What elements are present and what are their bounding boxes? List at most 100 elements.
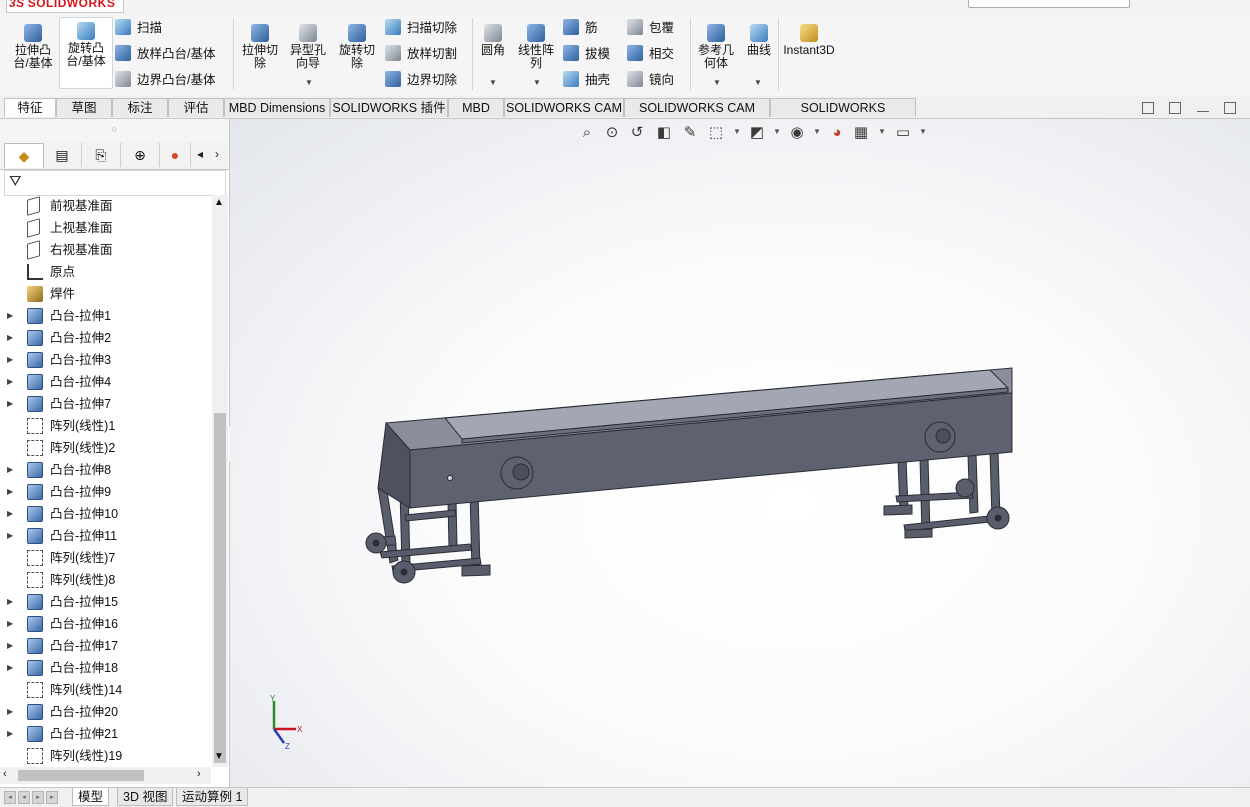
tree-item[interactable]: ▶ 凸台-拉伸8 (0, 459, 211, 481)
scroll-down-icon[interactable]: ▼ (214, 751, 224, 762)
expand-arrow-icon[interactable]: ▶ (7, 371, 13, 393)
fillet-dropdown[interactable]: ▼ (489, 78, 497, 87)
view-settings-dropdown[interactable]: ▼ (919, 127, 927, 136)
lofted-boss-button[interactable]: 放样凸台/基体 (115, 44, 215, 64)
tree-item[interactable]: 阵列(线性)19 (0, 745, 211, 767)
tree-item[interactable]: ▶ 凸台-拉伸16 (0, 613, 211, 635)
expand-arrow-icon[interactable]: ▶ (7, 503, 13, 525)
tree-item[interactable]: 右视基准面 (0, 239, 211, 261)
expand-arrow-icon[interactable]: ▶ (7, 525, 13, 547)
mirror-button[interactable]: 镜向 (627, 70, 674, 90)
previous-view-icon[interactable]: ↺ (628, 124, 646, 142)
rib-button[interactable]: 筋 (563, 18, 598, 38)
tree-item[interactable]: ▶ 凸台-拉伸17 (0, 635, 211, 657)
zoom-to-fit-icon[interactable]: ⌕ (578, 124, 596, 142)
display-manager-tab[interactable]: ● (160, 143, 191, 167)
wrap-button[interactable]: 包覆 (627, 18, 674, 38)
configuration-manager-tab[interactable]: ⎘ (82, 143, 121, 167)
tree-item[interactable]: 原点 (0, 261, 211, 283)
tab-solidworks-cam-tbm[interactable]: SOLIDWORKS CAM TBM (624, 98, 770, 134)
tree-item[interactable]: ▶ 凸台-拉伸21 (0, 723, 211, 745)
tab-3d-view[interactable]: 3D 视图 (117, 788, 174, 806)
expand-arrow-icon[interactable]: ▶ (7, 305, 13, 327)
expand-arrow-icon[interactable]: ▶ (7, 393, 13, 415)
tabs-scroll-right-icon[interactable]: › (209, 146, 225, 162)
tab-mbd[interactable]: MBD (448, 98, 504, 117)
tree-item[interactable]: 阵列(线性)7 (0, 547, 211, 569)
hole-wizard-dropdown[interactable]: ▼ (305, 78, 313, 87)
tab-solidworks-addins[interactable]: SOLIDWORKS 插件 (330, 98, 448, 117)
tree-item[interactable]: ▶ 凸台-拉伸3 (0, 349, 211, 371)
zoom-to-area-icon[interactable]: ⊙ (603, 124, 621, 142)
graphics-area[interactable]: Y X Z (230, 119, 1250, 787)
tree-item[interactable]: 阵列(线性)1 (0, 415, 211, 437)
tab-solidworks-inspection[interactable]: SOLIDWORKS Inspection (770, 98, 916, 134)
expand-arrow-icon[interactable]: ▶ (7, 349, 13, 371)
tree-item[interactable]: ▶ 凸台-拉伸7 (0, 393, 211, 415)
tab-features[interactable]: 特征 (4, 98, 56, 117)
hide-show-items-icon[interactable]: ◉ (788, 124, 806, 142)
tree-item[interactable]: ▶ 凸台-拉伸18 (0, 657, 211, 679)
property-manager-tab[interactable]: ▤ (43, 143, 82, 167)
boundary-boss-button[interactable]: 边界凸台/基体 (115, 70, 215, 90)
tab-motion-study-1[interactable]: 运动算例 1 (176, 788, 249, 806)
tree-item[interactable]: ▶ 凸台-拉伸10 (0, 503, 211, 525)
tab-solidworks-cam[interactable]: SOLIDWORKS CAM (504, 98, 624, 117)
tree-vertical-scroll-thumb[interactable] (214, 413, 226, 763)
fillet-button[interactable]: 圆角 (476, 20, 510, 57)
tabs-scroll-left-icon[interactable]: ◂ (192, 146, 208, 162)
shell-button[interactable]: 抽壳 (563, 70, 610, 90)
expand-arrow-icon[interactable]: ▶ (7, 723, 13, 745)
apply-scene-dropdown[interactable]: ▼ (878, 127, 886, 136)
display-style-dropdown[interactable]: ▼ (773, 127, 781, 136)
tab-mbd-dimensions[interactable]: MBD Dimensions (224, 98, 330, 117)
curves-dropdown[interactable]: ▼ (754, 78, 762, 87)
feature-manager-tab[interactable]: ◆ (4, 143, 44, 168)
expand-arrow-icon[interactable]: ▶ (7, 481, 13, 503)
linear-pattern-dropdown[interactable]: ▼ (533, 78, 541, 87)
expand-arrow-icon[interactable]: ▶ (7, 459, 13, 481)
view-settings-icon[interactable]: ▭ (894, 124, 912, 142)
tree-item[interactable]: 焊件 (0, 283, 211, 305)
tab-model[interactable]: 模型 (72, 788, 110, 806)
linear-pattern-button[interactable]: 线性阵 列 (514, 20, 558, 70)
prev-tab-icon[interactable]: ◂ (18, 791, 30, 804)
tab-evaluate[interactable]: 评估 (168, 98, 224, 117)
extruded-boss-button[interactable]: 拉伸凸 台/基体 (8, 20, 58, 70)
expand-arrow-icon[interactable]: ▶ (7, 327, 13, 349)
tree-filter[interactable]: ⛛ (4, 170, 226, 196)
tree-item[interactable]: ▶ 凸台-拉伸20 (0, 701, 211, 723)
tree-item[interactable]: ▶ 凸台-拉伸1 (0, 305, 211, 327)
boundary-cut-button[interactable]: 边界切除 (385, 70, 457, 90)
tree-item[interactable]: ▶ 凸台-拉伸4 (0, 371, 211, 393)
lofted-cut-button[interactable]: 放样切割 (385, 44, 457, 64)
expand-arrow-icon[interactable]: ▶ (7, 635, 13, 657)
expand-arrow-icon[interactable]: ▶ (7, 657, 13, 679)
extruded-cut-button[interactable]: 拉伸切 除 (238, 20, 282, 70)
display-style-icon[interactable]: ◩ (748, 124, 766, 142)
conveyor-model[interactable] (365, 367, 1013, 584)
tab-sketch[interactable]: 草图 (56, 98, 112, 117)
expand-arrow-icon[interactable]: ▶ (7, 591, 13, 613)
hole-wizard-button[interactable]: 异型孔 向导 (286, 20, 330, 70)
tile-right-icon[interactable] (1169, 101, 1182, 114)
edit-appearance-icon[interactable]: ◕ (828, 124, 846, 142)
tree-item[interactable]: ▶ 凸台-拉伸9 (0, 481, 211, 503)
reference-geometry-dropdown[interactable]: ▼ (713, 78, 721, 87)
view-orientation-dropdown[interactable]: ▼ (733, 127, 741, 136)
restore-icon[interactable] (1224, 101, 1236, 114)
curves-button[interactable]: 曲线 (742, 20, 776, 57)
tab-markup[interactable]: 标注 (112, 98, 168, 117)
tree-item[interactable]: 前视基准面 (0, 195, 211, 217)
revolved-cut-button[interactable]: 旋转切 除 (335, 20, 379, 70)
tree-item[interactable]: ▶ 凸台-拉伸11 (0, 525, 211, 547)
draft-button[interactable]: 拔模 (563, 44, 610, 64)
sweep-button[interactable]: 扫描 (115, 18, 162, 38)
tree-item[interactable]: 阵列(线性)14 (0, 679, 211, 701)
tree-item[interactable]: 上视基准面 (0, 217, 211, 239)
minimize-icon[interactable] (1196, 104, 1209, 112)
reference-geometry-button[interactable]: 参考几 何体 (694, 20, 738, 70)
search-input[interactable] (968, 0, 1130, 8)
section-view-icon[interactable]: ◧ (655, 124, 673, 142)
first-tab-icon[interactable]: ◂ (4, 791, 16, 804)
